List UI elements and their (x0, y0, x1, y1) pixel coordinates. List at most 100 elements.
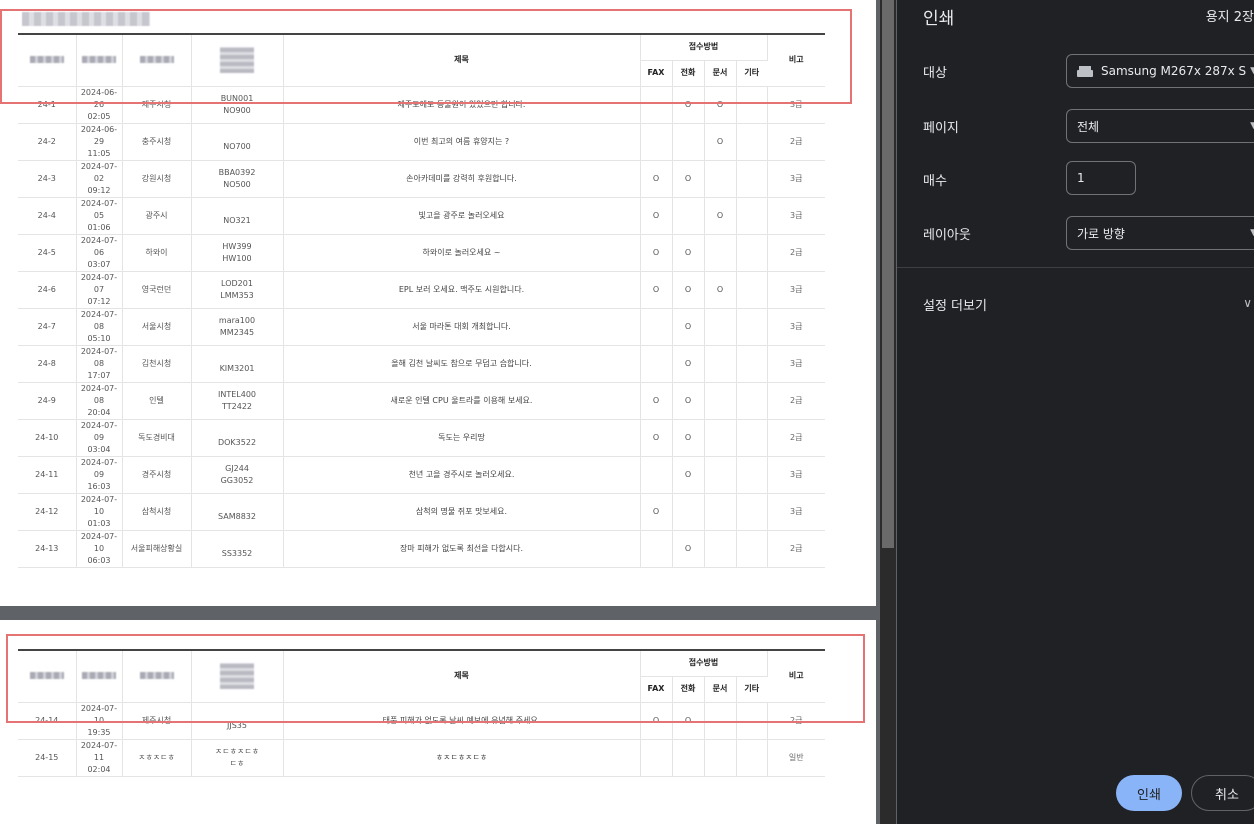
cell-title: ㅎㅈㄷㅎㅈㄷㅎ (283, 739, 641, 777)
row-grade: 2급 (790, 136, 803, 146)
cell-organization: 제주시청 (122, 702, 192, 740)
cell-datetime: 2024-07-06 03:07 (76, 234, 123, 272)
row-title: 새로운 인텔 CPU 울트라를 이용해 보세요. (390, 395, 533, 405)
row-date: 2024-07-08 (80, 346, 118, 368)
cell-fax: O (640, 197, 673, 235)
destination-select[interactable]: Samsung M267x 287x S ▼ (1066, 54, 1254, 88)
dropdown-arrow-icon: ▼ (1250, 121, 1254, 131)
redacted-header-cell (18, 33, 77, 87)
table-row: 24-12 2024-07-10 01:03 삼척시청 SAM8832 삼척의 명물 쥐포… (18, 493, 826, 531)
cell-title: 올해 김천 날씨도 참으로 무덥고 습합니다. (283, 345, 641, 383)
row-grade: 3급 (790, 284, 803, 294)
redacted-header-text (29, 56, 64, 64)
cell-number: 24-13 (18, 530, 77, 568)
copies-value: 1 (1077, 171, 1085, 185)
cell-number: 24-7 (18, 308, 77, 346)
row-organization: 서울시청 (141, 321, 172, 331)
dropdown-arrow-icon: ▼ (1250, 66, 1254, 76)
cell-organization: 충주시청 (122, 123, 192, 161)
more-settings-toggle[interactable]: 설정 더보기 (923, 295, 987, 314)
row-tel-mark: O (684, 395, 692, 405)
cell-code: ㅈㄷㅎㅈㄷㅎ ㄷㅎ (191, 739, 284, 777)
cell-etc (736, 739, 768, 777)
cell-code: SAM8832 (191, 493, 284, 531)
row-code-secondary: JJS35 (227, 720, 247, 730)
row-number: 24-6 (37, 284, 56, 294)
row-doc-mark: O (716, 136, 724, 146)
row-code-secondary: HW100 (222, 253, 252, 263)
header-method: FAX (640, 676, 673, 703)
cell-tel: O (672, 86, 705, 124)
destination-value: Samsung M267x 287x S (1101, 64, 1247, 78)
cell-tel (672, 197, 705, 235)
cell-etc (736, 123, 768, 161)
header-method: 전화 (672, 60, 705, 87)
preview-page-2: 제목 접수방법 비고 FAX 전화 문서 기타 24-14 2024-07-10 19:35 제주시… (0, 620, 876, 824)
row-grade: 3급 (790, 358, 803, 368)
row-date: 2024-07-10 (80, 531, 118, 553)
cell-tel: O (672, 160, 705, 198)
row-organization: 영국런던 (141, 284, 172, 294)
chevron-down-icon[interactable]: ∨ (1243, 296, 1252, 310)
cell-grade: 3급 (767, 308, 826, 346)
row-organization: 인텔 (149, 395, 164, 405)
row-grade: 2급 (790, 432, 803, 442)
cell-datetime: 2024-06-26 02:05 (76, 86, 123, 124)
cell-number: 24-12 (18, 493, 77, 531)
redacted-header-text (29, 672, 64, 680)
scrollbar-thumb[interactable] (882, 0, 894, 548)
layout-select[interactable]: 가로 방향 ▼ (1066, 216, 1254, 250)
cell-organization: 제주시청 (122, 86, 192, 124)
row-code-secondary: NO321 (223, 215, 251, 225)
cell-code: NO321 (191, 197, 284, 235)
row-code-primary: LOD201 (221, 278, 253, 288)
pages-select[interactable]: 전체 ▼ (1066, 109, 1254, 143)
row-organization: 삼척시청 (141, 506, 172, 516)
printer-icon (1077, 65, 1093, 77)
cell-grade: 3급 (767, 271, 826, 309)
redacted-header-text (82, 672, 116, 680)
row-time: 03:04 (87, 444, 111, 454)
row-date: 2024-06-29 (80, 124, 118, 146)
cell-fax (640, 739, 673, 777)
cell-number: 24-14 (18, 702, 77, 740)
cell-organization: 김천시청 (122, 345, 192, 383)
row-time: 03:07 (87, 259, 111, 269)
cell-code: mara100 MM2345 (191, 308, 284, 346)
cell-fax (640, 86, 673, 124)
preview-scrollbar[interactable] (880, 0, 896, 824)
cell-doc (704, 530, 737, 568)
row-grade: 2급 (790, 247, 803, 257)
redacted-header-cell (76, 33, 123, 87)
cell-grade: 2급 (767, 530, 826, 568)
row-tel-mark: O (684, 173, 692, 183)
cell-tel: O (672, 382, 705, 420)
cell-grade: 3급 (767, 160, 826, 198)
row-code-secondary: ㄷㅎ (229, 758, 245, 768)
print-button[interactable]: 인쇄 (1116, 775, 1182, 811)
row-code-secondary: NO500 (223, 179, 251, 189)
row-time: 19:35 (87, 727, 111, 737)
table-row: 24-14 2024-07-10 19:35 제주시청 JJS35 태풍 피해가 없도록 … (18, 702, 826, 740)
row-title: 장마 피해가 없도록 최선을 다합시다. (399, 543, 524, 553)
cell-code: JJS35 (191, 702, 284, 740)
cell-etc (736, 530, 768, 568)
cell-grade: 2급 (767, 123, 826, 161)
panel-divider (897, 267, 1254, 268)
row-grade: 3급 (790, 173, 803, 183)
row-time: 02:05 (87, 111, 111, 121)
cell-number: 24-6 (18, 271, 77, 309)
cell-code: BBA0392 NO500 (191, 160, 284, 198)
cell-fax (640, 123, 673, 161)
cell-number: 24-4 (18, 197, 77, 235)
row-date: 2024-07-06 (80, 235, 118, 257)
row-number: 24-13 (35, 543, 59, 553)
row-time: 01:03 (87, 518, 111, 528)
cancel-button[interactable]: 취소 (1191, 775, 1254, 811)
copies-input[interactable]: 1 (1066, 161, 1136, 195)
cell-tel: O (672, 345, 705, 383)
redacted-header-cell (122, 649, 192, 703)
row-organization: 제주시청 (141, 99, 172, 109)
row-code-primary: ㅈㄷㅎㅈㄷㅎ (214, 746, 260, 756)
destination-label: 대상 (923, 66, 947, 81)
